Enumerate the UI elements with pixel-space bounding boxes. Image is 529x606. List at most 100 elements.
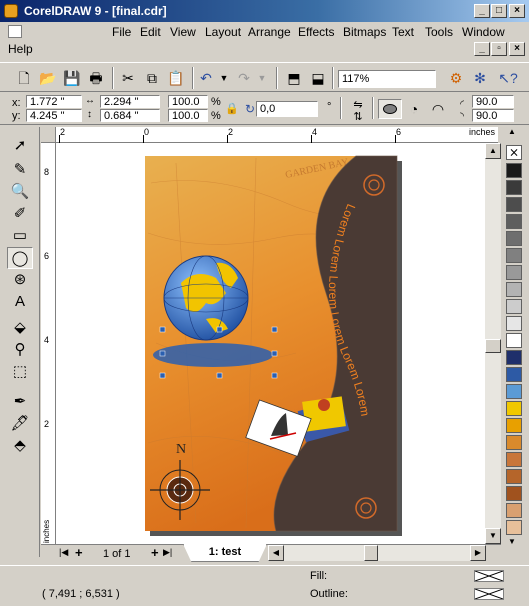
fill-swatch[interactable] (474, 570, 504, 582)
paste-icon[interactable]: 📋 (166, 68, 186, 88)
zoom-level-select[interactable]: 117% (338, 70, 436, 88)
zoom-tool-icon[interactable]: 🔍 (7, 181, 33, 203)
start-angle-field[interactable]: 90.0 (472, 95, 514, 108)
palette-swatch[interactable] (506, 503, 522, 518)
vertical-scrollbar[interactable]: ▲ ▼ (485, 143, 501, 544)
menu-window[interactable]: Window (462, 25, 505, 39)
outline-swatch[interactable] (474, 588, 504, 600)
palette-swatch[interactable] (506, 469, 522, 484)
text-tool-icon[interactable]: A (7, 291, 33, 313)
palette-swatch[interactable] (506, 316, 522, 331)
palette-swatch[interactable] (506, 452, 522, 467)
scroll-down-icon[interactable]: ▼ (485, 528, 501, 544)
ruler-origin[interactable] (41, 127, 56, 143)
palette-swatch[interactable] (506, 520, 522, 535)
extrude-tool-icon[interactable]: ⬚ (7, 361, 33, 383)
polygon-tool-icon[interactable]: ⊛ (7, 269, 33, 291)
palette-swatch[interactable] (506, 231, 522, 246)
export-icon[interactable]: ⬓ (308, 68, 328, 88)
minimize-button[interactable]: _ (474, 4, 490, 18)
add-page-before-icon[interactable]: + (75, 545, 83, 560)
palette-swatch[interactable] (506, 197, 522, 212)
mirror-vertical-icon[interactable]: ⇅ (348, 107, 368, 127)
add-page-after-icon[interactable]: + (151, 545, 159, 560)
menu-text[interactable]: Text (392, 25, 414, 39)
whats-this-icon[interactable]: ↖? (498, 68, 518, 88)
width-field[interactable]: 2.294 " (100, 95, 160, 108)
menu-file[interactable]: File (112, 25, 131, 39)
arc-mode-icon[interactable]: ◠ (428, 99, 448, 119)
interactive-blend-tool-icon[interactable]: ⚲ (7, 339, 33, 361)
menu-effects[interactable]: Effects (298, 25, 334, 39)
first-page-icon[interactable]: |◀ (59, 547, 68, 558)
scroll-left-icon[interactable]: ◀ (268, 545, 284, 561)
outline-tool-icon[interactable]: 🖋 (7, 413, 33, 435)
maximize-button[interactable]: □ (491, 4, 507, 18)
horizontal-scrollbar[interactable]: ◀ ▶ (268, 545, 486, 561)
save-icon[interactable]: 💾 (62, 68, 82, 88)
menu-layout[interactable]: Layout (205, 25, 241, 39)
application-launcher-icon[interactable]: ⚙ (446, 68, 466, 88)
corel-tutor-icon[interactable]: ✻ (470, 68, 490, 88)
horizontal-ruler[interactable]: 2 0 2 4 6 inches (56, 127, 498, 143)
palette-swatch[interactable] (506, 248, 522, 263)
palette-swatch[interactable] (506, 384, 522, 399)
undo-dropdown-icon[interactable]: ▼ (214, 68, 234, 88)
menu-help[interactable]: Help (8, 42, 33, 56)
page-tab-active[interactable]: 1: test (183, 544, 267, 562)
redo-dropdown-icon[interactable]: ▼ (252, 68, 272, 88)
ellipse-tool-icon[interactable]: ◯ (7, 247, 33, 269)
eyedropper-tool-icon[interactable]: ✒ (7, 391, 33, 413)
fill-tool-icon[interactable]: ⬘ (7, 435, 33, 457)
close-button[interactable]: × (509, 4, 525, 18)
new-document-icon[interactable]: 🗋 (14, 68, 34, 88)
palette-swatch[interactable] (506, 333, 522, 348)
palette-swatch[interactable] (506, 163, 522, 178)
menu-tools[interactable]: Tools (425, 25, 453, 39)
palette-swatch[interactable] (506, 367, 522, 382)
redo-icon[interactable]: ↷ (234, 68, 254, 88)
scroll-right-icon[interactable]: ▶ (470, 545, 486, 561)
cut-icon[interactable]: ✂ (118, 68, 138, 88)
vertical-scroll-thumb[interactable] (485, 339, 501, 353)
open-folder-icon[interactable]: 📂 (38, 68, 58, 88)
ellipse-mode-button[interactable] (378, 99, 402, 119)
no-fill-swatch[interactable]: ⨯ (506, 145, 522, 160)
palette-swatch[interactable] (506, 299, 522, 314)
print-icon[interactable]: 🖶 (86, 68, 106, 88)
pick-tool-icon[interactable]: ➚ (7, 135, 33, 157)
import-icon[interactable]: ⬒ (284, 68, 304, 88)
artwork[interactable]: GARDEN BAY Lorem Lorem Lorem Lorem Lorem… (56, 143, 485, 544)
y-position-field[interactable]: 4.245 " (26, 109, 82, 122)
nonproportional-lock-icon[interactable]: 🔒 (222, 99, 242, 119)
undo-icon[interactable]: ↶ (196, 68, 216, 88)
scale-x-field[interactable]: 100.0 (168, 95, 208, 108)
palette-swatch[interactable] (506, 350, 522, 365)
menu-bitmaps[interactable]: Bitmaps (343, 25, 386, 39)
pie-mode-icon[interactable]: ◔ (404, 99, 424, 119)
scroll-up-icon[interactable]: ▲ (485, 143, 501, 159)
palette-swatch[interactable] (506, 180, 522, 195)
document-icon[interactable] (8, 25, 22, 38)
doc-minimize-button[interactable]: _ (474, 42, 490, 56)
palette-swatch[interactable] (506, 401, 522, 416)
height-field[interactable]: 0.684 " (100, 109, 160, 122)
rotation-angle-field[interactable]: 0,0 (256, 101, 318, 117)
interactive-fill-tool-icon[interactable]: ⬙ (7, 317, 33, 339)
end-angle-field[interactable]: 90.0 (472, 109, 514, 122)
horizontal-scroll-thumb[interactable] (364, 545, 378, 561)
palette-swatch[interactable] (506, 214, 522, 229)
copy-icon[interactable]: ⧉ (142, 68, 162, 88)
x-position-field[interactable]: 1.772 " (26, 95, 82, 108)
palette-scroll-down-icon[interactable]: ▼ (508, 537, 516, 546)
drawing-canvas[interactable]: GARDEN BAY Lorem Lorem Lorem Lorem Lorem… (56, 143, 485, 544)
last-page-icon[interactable]: ▶| (163, 547, 172, 558)
menu-arrange[interactable]: Arrange (248, 25, 291, 39)
palette-scroll-up-icon[interactable]: ▲ (508, 127, 516, 136)
shape-tool-icon[interactable]: ✎ (7, 159, 33, 181)
palette-swatch[interactable] (506, 486, 522, 501)
scale-y-field[interactable]: 100.0 (168, 109, 208, 122)
freehand-tool-icon[interactable]: ✐ (7, 203, 33, 225)
menu-view[interactable]: View (170, 25, 196, 39)
doc-close-button[interactable]: × (509, 42, 525, 56)
